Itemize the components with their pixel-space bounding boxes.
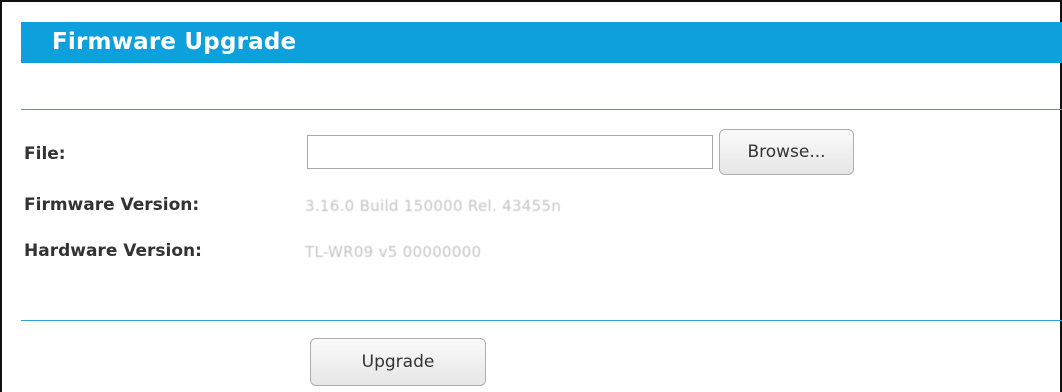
top-divider: [21, 109, 1062, 110]
upgrade-button[interactable]: Upgrade: [310, 338, 486, 386]
firmware-version-value: 3.16.0 Build 150000 Rel. 43455n: [305, 197, 562, 215]
firmware-upgrade-panel: Firmware Upgrade File: Browse... Firmwar…: [0, 0, 1062, 392]
page-title: Firmware Upgrade: [52, 29, 297, 55]
section-header: Firmware Upgrade: [21, 22, 1062, 63]
file-label: File:: [24, 144, 66, 164]
firmware-version-label: Firmware Version:: [24, 195, 200, 215]
file-path-input[interactable]: [307, 135, 713, 169]
hardware-version-value: TL-WR09 v5 00000000: [305, 243, 482, 261]
hardware-version-label: Hardware Version:: [24, 241, 202, 261]
bottom-divider: [21, 320, 1062, 321]
browse-button[interactable]: Browse...: [719, 129, 854, 175]
